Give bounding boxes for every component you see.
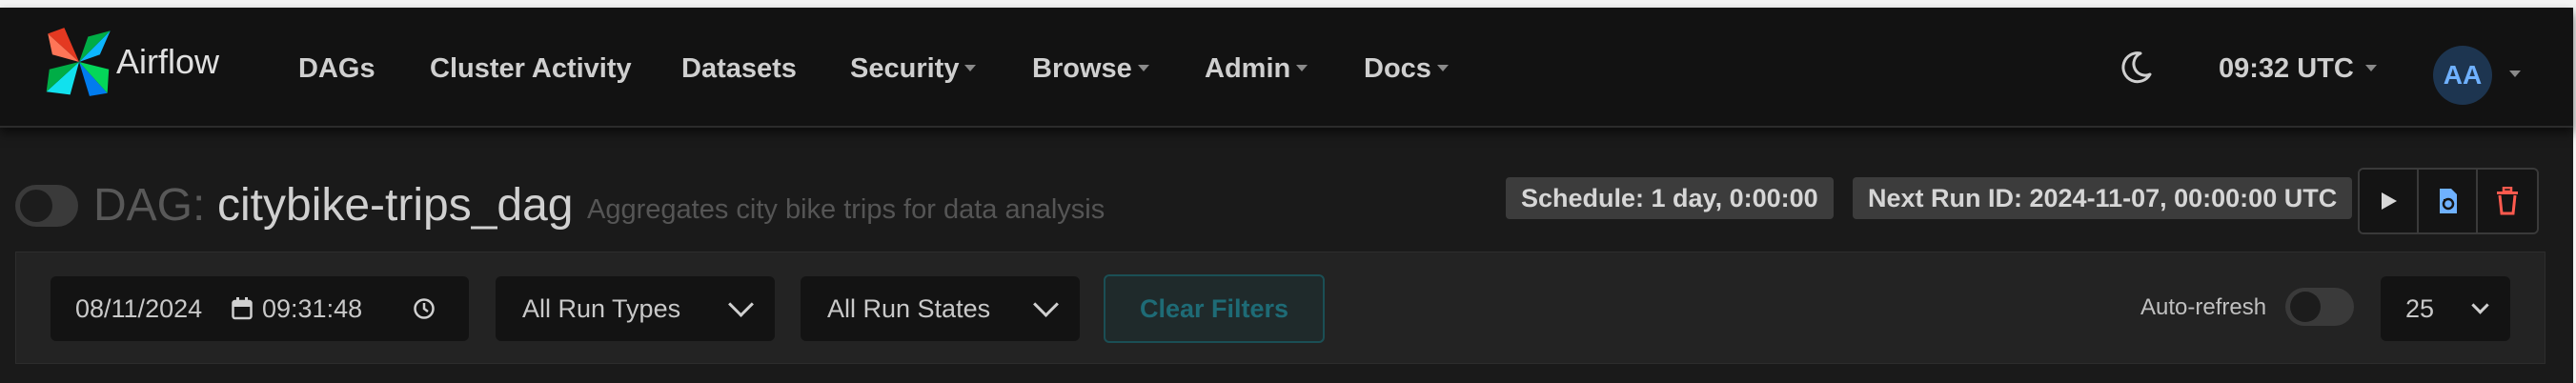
window-top-border bbox=[0, 0, 2576, 8]
nav-admin[interactable]: Admin bbox=[1205, 53, 1308, 85]
nav-docs-label: Docs bbox=[1364, 53, 1431, 84]
run-type-select[interactable]: All Run Types bbox=[496, 276, 775, 341]
time-label: 09:32 UTC bbox=[2219, 53, 2354, 84]
nav-admin-label: Admin bbox=[1205, 53, 1291, 84]
chevron-down-icon[interactable] bbox=[2509, 71, 2521, 77]
date-value: 08/11/2024 bbox=[75, 293, 203, 323]
run-state-value: All Run States bbox=[827, 293, 991, 323]
nav-browse-label: Browse bbox=[1032, 53, 1132, 84]
run-state-select[interactable]: All Run States bbox=[801, 276, 1080, 341]
airflow-logo-icon[interactable] bbox=[42, 25, 116, 99]
dag-action-buttons bbox=[2358, 168, 2539, 234]
toggle-knob bbox=[20, 190, 52, 222]
next-run-badge[interactable]: Next Run ID: 2024-11-07, 00:00:00 UTC bbox=[1853, 177, 2353, 219]
auto-refresh-label: Auto-refresh bbox=[2140, 294, 2267, 320]
chevron-down-icon bbox=[2364, 64, 2377, 71]
toggle-knob bbox=[2290, 292, 2321, 322]
datetime-input[interactable]: 08/11/2024 09:31:48 bbox=[51, 276, 469, 341]
nav-dags[interactable]: DAGs bbox=[298, 53, 375, 85]
nav-docs[interactable]: Docs bbox=[1364, 53, 1449, 85]
reparse-dag-button[interactable] bbox=[2419, 170, 2478, 232]
reparse-icon bbox=[2440, 189, 2457, 213]
nav-cluster-activity-label: Cluster Activity bbox=[430, 53, 632, 84]
user-avatar[interactable]: AA bbox=[2433, 46, 2492, 105]
nav-security[interactable]: Security bbox=[850, 53, 977, 85]
brand-name[interactable]: Airflow bbox=[116, 42, 219, 82]
nav-datasets[interactable]: Datasets bbox=[681, 53, 797, 85]
clear-filters-button[interactable]: Clear Filters bbox=[1104, 274, 1325, 343]
auto-refresh-toggle[interactable] bbox=[2285, 288, 2354, 326]
chevron-down-icon bbox=[964, 64, 977, 71]
chevron-down-icon bbox=[1296, 64, 1308, 71]
page-size-value: 25 bbox=[2405, 293, 2435, 323]
schedule-badge[interactable]: Schedule: 1 day, 0:00:00 bbox=[1506, 177, 1834, 219]
top-navbar: Airflow DAGs Cluster Activity Datasets S… bbox=[0, 8, 2573, 128]
chevron-down-icon bbox=[1137, 64, 1149, 71]
dag-prefix-label: DAG: bbox=[93, 180, 206, 231]
trigger-dag-button[interactable] bbox=[2360, 170, 2419, 232]
calendar-icon[interactable] bbox=[232, 297, 253, 320]
run-type-value: All Run Types bbox=[522, 293, 681, 323]
page-size-select[interactable]: 25 bbox=[2381, 276, 2510, 341]
delete-dag-button[interactable] bbox=[2478, 170, 2537, 232]
dag-description: Aggregates city bike trips for data anal… bbox=[587, 194, 1105, 225]
chevron-down-icon bbox=[2471, 296, 2489, 314]
chevron-down-icon bbox=[1436, 64, 1449, 71]
play-icon bbox=[2382, 192, 2397, 210]
nav-dags-label: DAGs bbox=[298, 53, 375, 84]
nav-browse[interactable]: Browse bbox=[1032, 53, 1149, 85]
dag-title: citybike-trips_dag bbox=[217, 180, 574, 231]
time-display[interactable]: 09:32 UTC bbox=[2219, 53, 2377, 85]
time-value: 09:31:48 bbox=[262, 293, 363, 323]
trash-icon bbox=[2497, 187, 2518, 215]
nav-cluster-activity[interactable]: Cluster Activity bbox=[430, 53, 632, 85]
dag-pause-toggle[interactable] bbox=[15, 185, 78, 227]
chevron-down-icon bbox=[1033, 292, 1059, 317]
nav-security-label: Security bbox=[850, 53, 960, 84]
nav-datasets-label: Datasets bbox=[681, 53, 797, 84]
clock-icon[interactable] bbox=[413, 297, 436, 320]
moon-icon[interactable] bbox=[2118, 48, 2156, 86]
chevron-down-icon bbox=[728, 292, 754, 317]
